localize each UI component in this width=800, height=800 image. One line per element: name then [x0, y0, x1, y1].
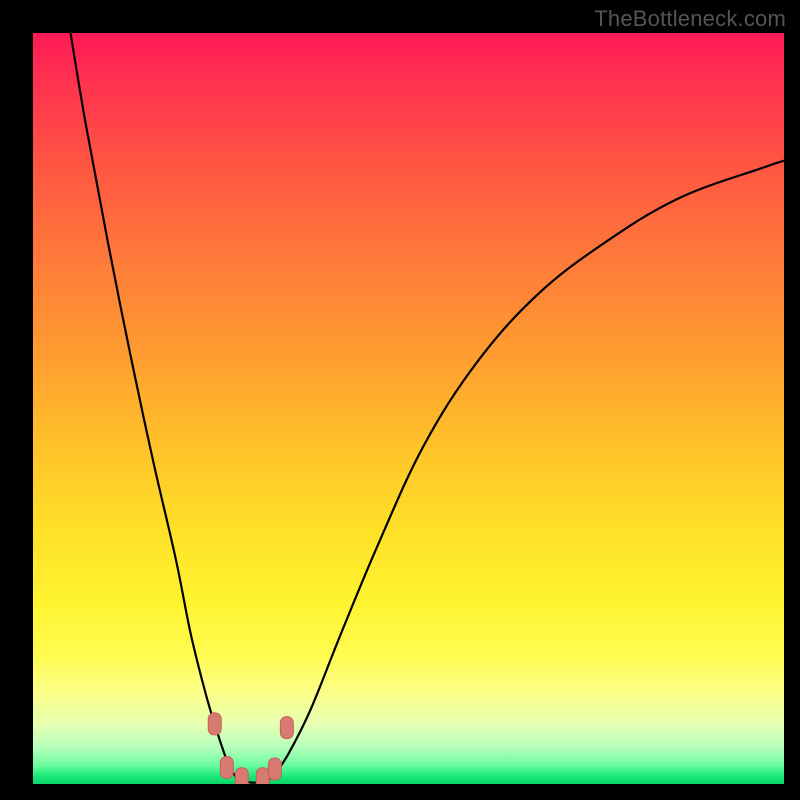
curve-layer	[33, 33, 784, 784]
curve-marker	[208, 713, 221, 735]
bottleneck-curve	[71, 33, 784, 783]
watermark-text: TheBottleneck.com	[594, 6, 786, 32]
curve-marker	[280, 717, 293, 739]
chart-frame: TheBottleneck.com	[0, 0, 800, 800]
curve-markers	[208, 713, 293, 784]
curve-marker	[268, 758, 281, 780]
plot-area	[33, 33, 784, 784]
curve-marker	[220, 756, 233, 778]
curve-marker	[235, 768, 248, 784]
curve-marker	[256, 768, 269, 784]
